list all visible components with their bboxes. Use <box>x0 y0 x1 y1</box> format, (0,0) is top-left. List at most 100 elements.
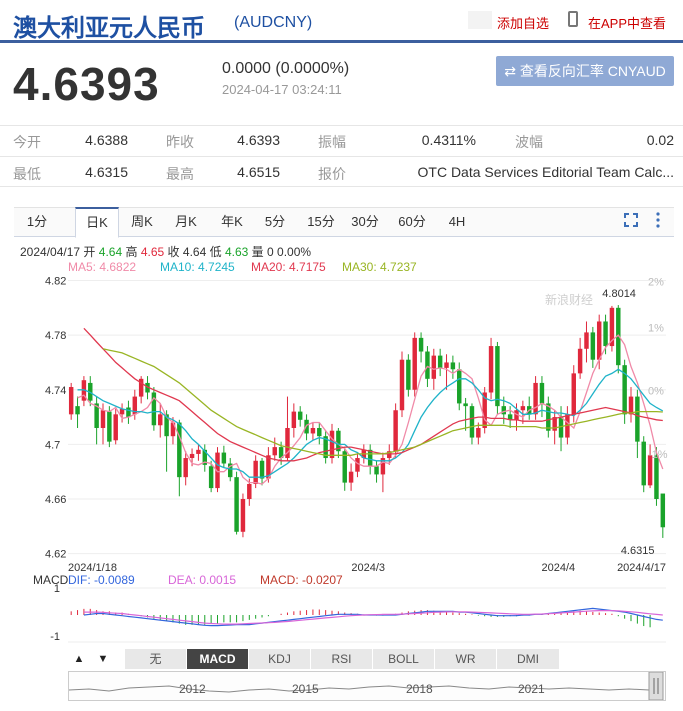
candle-body <box>208 466 214 489</box>
tab-1min[interactable]: 1分 <box>14 208 60 236</box>
macd-tick-neg1: -1 <box>50 631 60 643</box>
macd-legend: MACD <box>33 573 68 587</box>
navigator-handle[interactable] <box>648 671 664 701</box>
macd-title: MACD <box>33 573 69 587</box>
reverse-rate-button[interactable]: ⇄ 查看反向汇率 CNYAUD <box>496 56 674 86</box>
candle-body <box>437 355 443 368</box>
candle-body <box>520 406 526 411</box>
fullscreen-icon[interactable] <box>624 213 638 227</box>
up-arrow-button[interactable]: ▲ <box>68 649 90 669</box>
candle-body <box>177 422 182 478</box>
stat-prevclose-value: 4.6393 <box>237 132 280 148</box>
info-date: 2024/04/17 <box>20 245 81 259</box>
add-fav-link[interactable]: 添加自选 <box>497 13 549 32</box>
tab-daily[interactable]: 日K <box>75 207 119 238</box>
candle-body <box>603 321 608 347</box>
nav-year-2015: 2015 <box>292 682 319 696</box>
stat-open-value: 4.6388 <box>85 132 128 148</box>
candle-body <box>329 430 335 459</box>
macd-dif-line <box>83 607 663 627</box>
tab-weekly[interactable]: 周K <box>122 208 162 236</box>
info-high: 4.65 <box>140 245 165 259</box>
tab-5min[interactable]: 5分 <box>255 208 295 236</box>
high-annotation: 4.8014 <box>602 288 636 300</box>
candle-body <box>253 460 258 484</box>
candle-body <box>469 406 475 438</box>
info-open-label: 开 <box>83 245 96 259</box>
indicator-none[interactable]: 无 <box>124 649 186 669</box>
x-tick-label: 2024/3 <box>351 562 385 574</box>
view-in-app-link[interactable]: 在APP中查看 <box>588 13 666 32</box>
info-open: 4.64 <box>98 245 123 259</box>
macd-dif: DIF: -0.0089 <box>68 573 135 587</box>
stats-top-line <box>0 125 683 126</box>
down-arrow-button[interactable]: ▼ <box>92 649 114 669</box>
info-vol-label: 量 <box>251 245 264 259</box>
x-tick-label: 2024/4 <box>542 562 576 574</box>
candle-body <box>393 410 398 452</box>
stats-bottom-line <box>0 186 683 187</box>
stat-high-label: 最高 <box>166 166 194 182</box>
stat-source-label: 报价 <box>318 166 346 182</box>
ticker-code: (AUDCNY) <box>234 14 313 31</box>
tab-monthly[interactable]: 月K <box>166 208 206 236</box>
indicator-kdj[interactable]: KDJ <box>248 649 310 669</box>
header-divider <box>0 40 683 43</box>
candle-body <box>310 427 316 434</box>
candle-body <box>501 406 507 415</box>
tab-yearly[interactable]: 年K <box>212 208 252 236</box>
stats-mid-line <box>0 156 683 157</box>
tab-15min[interactable]: 15分 <box>301 208 341 236</box>
indicator-macd[interactable]: MACD <box>186 649 248 669</box>
more-icon[interactable] <box>655 212 661 228</box>
candle-body <box>247 483 252 500</box>
candle-body <box>107 411 112 442</box>
info-low-label: 低 <box>209 245 222 259</box>
candlestick-chart[interactable]: 4.82 4.78 4.74 4.7 4.66 4.62 2% 1% 0% -1% 新浪财经 4.80… <box>0 270 683 648</box>
macd-value: MACD: -0.0207 <box>260 573 343 587</box>
swap-icon: ⇄ <box>504 63 520 79</box>
range-navigator[interactable] <box>68 671 666 701</box>
candle-body <box>75 406 80 415</box>
right-pct-label: 2% <box>648 276 664 288</box>
low-annotation: 4.6315 <box>621 545 655 557</box>
indicator-boll[interactable]: BOLL <box>372 649 434 669</box>
add-fav-icon[interactable] <box>468 11 492 29</box>
candle-body <box>100 410 106 428</box>
stat-prevclose-label: 昨收 <box>166 134 194 150</box>
candle-body <box>628 396 634 415</box>
stat-amplitude-label: 振幅 <box>318 134 346 150</box>
tab-60min[interactable]: 60分 <box>392 208 432 236</box>
candle-body <box>272 447 277 456</box>
candle-body <box>457 369 462 404</box>
indicator-dmi[interactable]: DMI <box>496 649 559 669</box>
stat-low-label: 最低 <box>13 166 41 182</box>
candle-body <box>596 321 602 360</box>
info-low: 4.63 <box>224 245 249 259</box>
quote-time: 2024-04-17 03:24:11 <box>222 82 342 97</box>
candle-body <box>183 458 188 478</box>
indicator-rsi[interactable]: RSI <box>310 649 372 669</box>
macd-dea-line <box>83 610 663 625</box>
y-tick-label: 4.82 <box>45 276 66 288</box>
info-pct: 0.00% <box>277 245 312 259</box>
candle-body <box>234 477 239 532</box>
candle-body <box>488 346 494 393</box>
candle-body <box>158 414 163 426</box>
indicator-wr[interactable]: WR <box>434 649 496 669</box>
x-tick-label: 2024/4/17 <box>617 562 666 574</box>
candle-body <box>444 362 449 368</box>
candle-body <box>431 355 437 379</box>
stat-amplitude-value: 0.4311% <box>421 132 476 148</box>
candle-body <box>476 427 481 438</box>
candle-body <box>317 427 322 437</box>
candle-body <box>539 382 545 404</box>
tab-4h[interactable]: 4H <box>437 208 477 236</box>
candle-body <box>654 455 659 500</box>
watermark-text: 新浪财经 <box>545 292 593 307</box>
right-pct-label: 0% <box>648 386 664 398</box>
navigator-sparkline <box>68 671 664 701</box>
tab-30min[interactable]: 30分 <box>345 208 385 236</box>
y-tick-label: 4.78 <box>45 330 66 342</box>
candle-body <box>113 414 118 441</box>
